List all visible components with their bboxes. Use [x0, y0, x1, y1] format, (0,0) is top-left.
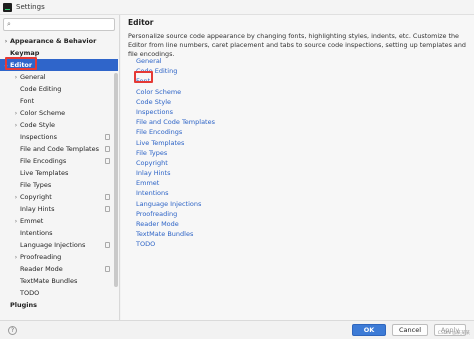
link-copyright[interactable]: Copyright: [136, 158, 215, 168]
title-bar: Settings: [0, 0, 474, 15]
settings-search-input[interactable]: ⌕: [3, 18, 115, 31]
font-link-highlight-box: [134, 71, 153, 83]
editor-highlight-box: [5, 57, 37, 70]
project-level-icon: [105, 194, 110, 200]
help-icon[interactable]: ?: [8, 326, 17, 335]
search-icon: ⌕: [7, 20, 11, 28]
sidebar-item-label: Inlay Hints: [20, 205, 55, 213]
project-level-icon: [105, 158, 110, 164]
sidebar-item-label: Keymap: [10, 49, 40, 57]
project-level-icon: [105, 134, 110, 140]
sidebar-item-reader-mode[interactable]: Reader Mode: [0, 263, 118, 275]
expand-arrow-icon[interactable]: ›: [2, 38, 10, 45]
sidebar-item-label: Font: [20, 97, 35, 105]
csdn-watermark: CSDN @某某某: [437, 331, 470, 336]
intellij-app-icon: [3, 2, 12, 12]
sidebar-item-todo[interactable]: TODO: [0, 287, 118, 299]
sidebar-item-label: Live Templates: [20, 169, 69, 177]
sidebar-item-color-scheme[interactable]: › Color Scheme: [0, 107, 118, 119]
link-file-types[interactable]: File Types: [136, 148, 215, 158]
link-textmate-bundles[interactable]: TextMate Bundles: [136, 229, 215, 239]
sidebar-item-file-encodings[interactable]: File Encodings: [0, 155, 118, 167]
link-inlay-hints[interactable]: Inlay Hints: [136, 168, 215, 178]
link-todo[interactable]: TODO: [136, 239, 215, 249]
window-title: Settings: [16, 3, 45, 11]
sidebar-item-inspections[interactable]: Inspections: [0, 131, 118, 143]
sidebar-item-font[interactable]: Font: [0, 95, 118, 107]
sidebar-item-label: Inspections: [20, 133, 57, 141]
sidebar-item-code-editing[interactable]: Code Editing: [0, 83, 118, 95]
sidebar-item-emmet[interactable]: › Emmet: [0, 215, 118, 227]
expand-arrow-icon[interactable]: ›: [12, 194, 20, 201]
link-live-templates[interactable]: Live Templates: [136, 138, 215, 148]
sidebar-item-label: Proofreading: [20, 253, 62, 261]
cancel-button[interactable]: Cancel: [392, 324, 428, 336]
expand-arrow-icon[interactable]: ›: [12, 110, 20, 117]
sidebar-item-label: Emmet: [20, 217, 44, 225]
sidebar-item-file-and-code-templates[interactable]: File and Code Templates: [0, 143, 118, 155]
sidebar-item-file-types[interactable]: File Types: [0, 179, 118, 191]
editor-settings-panel: Editor Personalize source code appearanc…: [121, 15, 474, 320]
sidebar-item-plugins[interactable]: Plugins: [0, 299, 118, 311]
sidebar-item-label: File and Code Templates: [20, 145, 99, 153]
link-reader-mode[interactable]: Reader Mode: [136, 219, 215, 229]
page-title: Editor: [128, 18, 154, 27]
expand-arrow-icon[interactable]: ›: [12, 254, 20, 261]
link-proofreading[interactable]: Proofreading: [136, 209, 215, 219]
sidebar-item-live-templates[interactable]: Live Templates: [0, 167, 118, 179]
sidebar-item-label: Copyright: [20, 193, 52, 201]
sidebar-item-label: TODO: [20, 289, 40, 297]
project-level-icon: [105, 242, 110, 248]
project-level-icon: [105, 266, 110, 272]
sidebar-item-label: Color Scheme: [20, 109, 66, 117]
link-emmet[interactable]: Emmet: [136, 178, 215, 188]
sidebar-item-label: Code Style: [20, 121, 56, 129]
sidebar-item-label: File Encodings: [20, 157, 67, 165]
link-color-scheme[interactable]: Color Scheme: [136, 87, 215, 97]
sidebar-item-general[interactable]: › General: [0, 71, 118, 83]
project-level-icon: [105, 206, 110, 212]
sidebar-scrollbar[interactable]: [114, 73, 118, 287]
expand-arrow-icon[interactable]: ›: [12, 218, 20, 225]
sidebar-item-label: Appearance & Behavior: [10, 37, 97, 45]
sidebar-item-label: Reader Mode: [20, 265, 63, 273]
link-code-style[interactable]: Code Style: [136, 97, 215, 107]
sidebar-item-label: TextMate Bundles: [20, 277, 78, 285]
sidebar-item-inlay-hints[interactable]: Inlay Hints: [0, 203, 118, 215]
dialog-footer: ? OK Cancel Apply: [0, 320, 474, 339]
sidebar-item-proofreading[interactable]: › Proofreading: [0, 251, 118, 263]
project-level-icon: [105, 146, 110, 152]
link-general[interactable]: General: [136, 56, 215, 66]
sidebar-item-label: Plugins: [10, 301, 37, 309]
sidebar-item-code-style[interactable]: › Code Style: [0, 119, 118, 131]
link-file-encodings[interactable]: File Encodings: [136, 127, 215, 137]
link-inspections[interactable]: Inspections: [136, 107, 215, 117]
sidebar-item-intentions[interactable]: Intentions: [0, 227, 118, 239]
sidebar-item-textmate-bundles[interactable]: TextMate Bundles: [0, 275, 118, 287]
settings-tree: › Appearance & Behavior Keymap ⌄ Editor › Gene…: [0, 35, 118, 311]
editor-description: Personalize source code appearance by ch…: [128, 32, 466, 58]
expand-arrow-icon[interactable]: ›: [12, 74, 20, 81]
sidebar-item-label: Language Injections: [20, 241, 86, 249]
sidebar-item-language-injections[interactable]: Language Injections: [0, 239, 118, 251]
link-intentions[interactable]: Intentions: [136, 188, 215, 198]
sidebar-item-appearance-behavior[interactable]: › Appearance & Behavior: [0, 35, 118, 47]
ok-button[interactable]: OK: [352, 324, 386, 336]
sidebar-item-label: File Types: [20, 181, 52, 189]
sidebar-item-copyright[interactable]: › Copyright: [0, 191, 118, 203]
link-language-injections[interactable]: Language Injections: [136, 199, 215, 209]
sidebar-item-label: Intentions: [20, 229, 53, 237]
sidebar-item-label: Code Editing: [20, 85, 62, 93]
expand-arrow-icon[interactable]: ›: [12, 122, 20, 129]
link-file-and-code-templates[interactable]: File and Code Templates: [136, 117, 215, 127]
sidebar-item-label: General: [20, 73, 46, 81]
editor-subpage-links: General Code Editing Font Color Scheme Code …: [136, 56, 215, 250]
